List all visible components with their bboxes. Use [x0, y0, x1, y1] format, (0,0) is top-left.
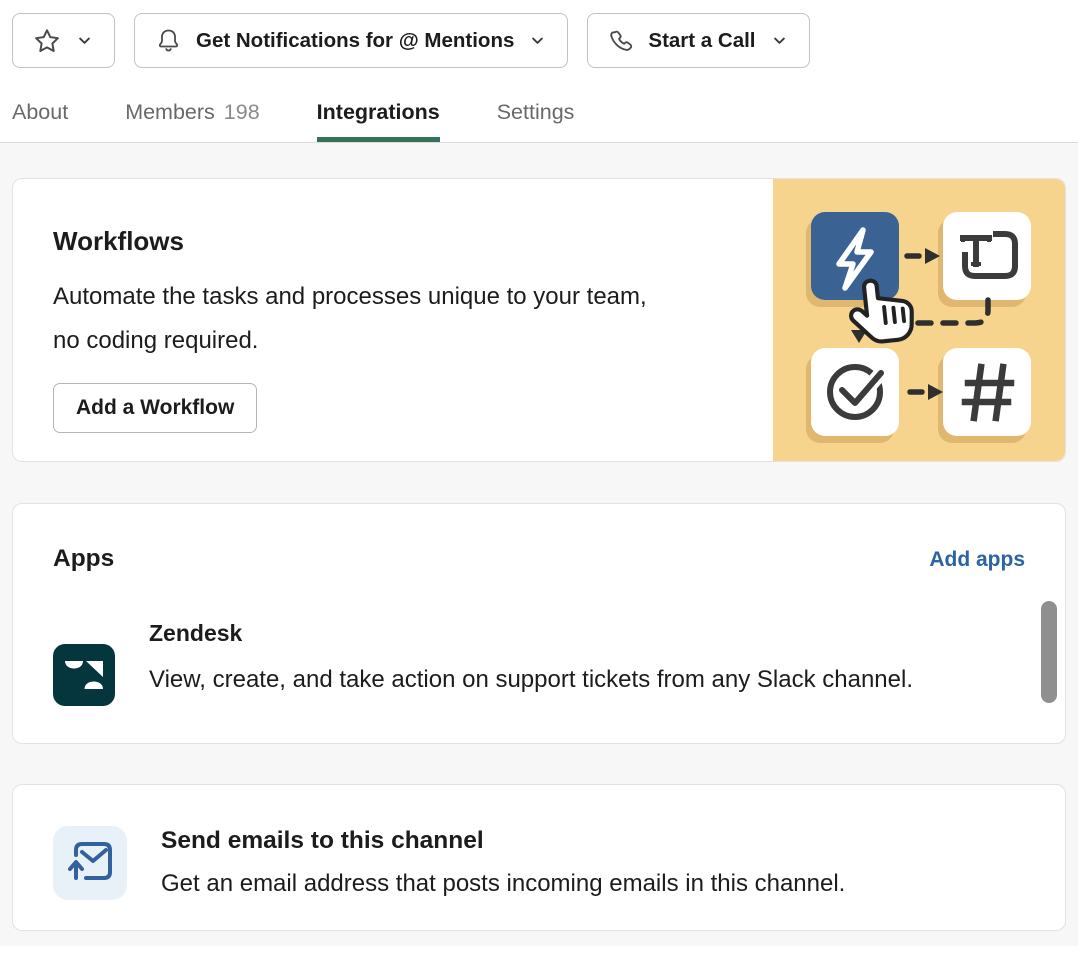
tab-settings[interactable]: Settings: [497, 100, 575, 142]
apps-title: Apps: [53, 544, 114, 574]
app-item-text: Zendesk View, create, and take action on…: [149, 620, 913, 706]
bell-icon: [155, 27, 182, 54]
workflow-approve-tile: [811, 348, 899, 436]
tab-settings-label: Settings: [497, 100, 575, 124]
integrations-panel: Workflows Automate the tasks and process…: [0, 143, 1078, 946]
notifications-button-label: Get Notifications for @ Mentions: [196, 29, 514, 53]
send-emails-title: Send emails to this channel: [161, 825, 845, 857]
star-channel-button[interactable]: [12, 13, 115, 68]
workflow-channel-tile: [943, 348, 1031, 436]
star-icon: [33, 27, 61, 55]
app-description: View, create, and take action on support…: [149, 660, 913, 700]
chevron-down-icon: [770, 31, 789, 50]
tab-integrations[interactable]: Integrations: [317, 100, 440, 142]
tab-members[interactable]: Members 198: [125, 100, 259, 142]
chevron-down-icon: [75, 31, 94, 50]
apps-list-viewport: Zendesk View, create, and take action on…: [53, 620, 1025, 712]
start-call-button-label: Start a Call: [648, 29, 755, 53]
start-call-button[interactable]: Start a Call: [587, 13, 809, 68]
app-list-item-zendesk[interactable]: Zendesk View, create, and take action on…: [53, 620, 1025, 706]
tab-members-label: Members: [125, 100, 215, 124]
workflows-card: Workflows Automate the tasks and process…: [12, 178, 1066, 462]
channel-detail-tabs: About Members 198 Integrations Settings: [0, 100, 1078, 143]
tab-integrations-label: Integrations: [317, 100, 440, 124]
app-name: Zendesk: [149, 620, 913, 646]
zendesk-logo: [53, 644, 115, 706]
notifications-button[interactable]: Get Notifications for @ Mentions: [134, 13, 568, 68]
tab-about-label: About: [12, 100, 68, 124]
apps-card-header: Apps Add apps: [53, 544, 1025, 574]
send-emails-text: Send emails to this channel Get an email…: [161, 821, 845, 930]
apps-list-scrollbar[interactable]: [1041, 601, 1057, 703]
workflows-description: Automate the tasks and processes unique …: [53, 275, 673, 363]
chevron-down-icon: [528, 31, 547, 50]
add-apps-link[interactable]: Add apps: [929, 548, 1025, 572]
channel-toolbar: Get Notifications for @ Mentions Start a…: [0, 0, 1078, 68]
send-emails-description: Get an email address that posts incoming…: [161, 865, 845, 903]
incoming-email-icon: [68, 841, 112, 886]
phone-icon: [608, 28, 634, 54]
email-icon-tile: [53, 826, 127, 900]
tab-members-count: 198: [224, 100, 260, 124]
send-emails-card[interactable]: Send emails to this channel Get an email…: [12, 784, 1066, 931]
apps-card: Apps Add apps Zendesk View, create, a: [12, 503, 1066, 744]
workflow-illustration: [773, 179, 1065, 461]
tab-about[interactable]: About: [12, 100, 68, 142]
workflow-trigger-tile: [811, 212, 899, 300]
add-workflow-button[interactable]: Add a Workflow: [53, 383, 257, 433]
